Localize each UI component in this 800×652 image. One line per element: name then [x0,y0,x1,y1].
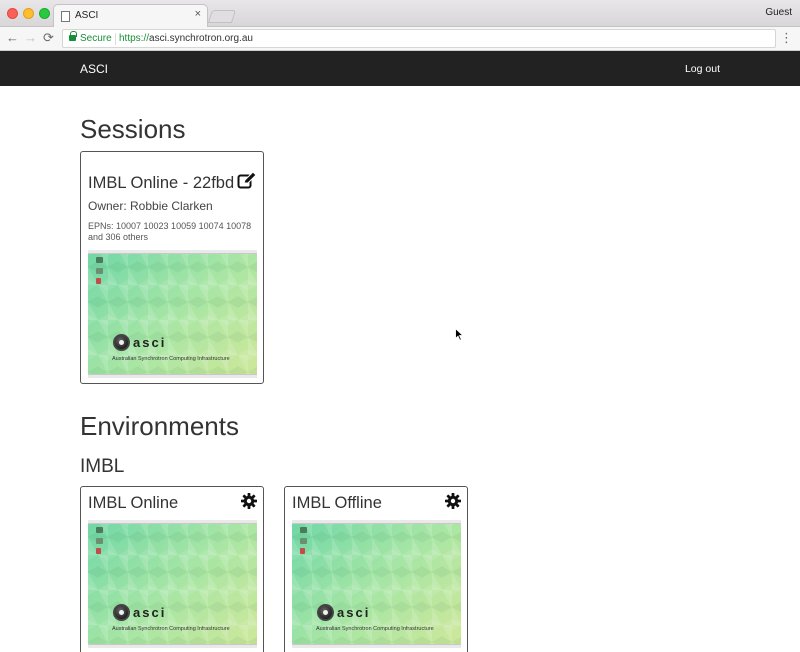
environment-title: IMBL Online [88,494,179,512]
desktop-icon [96,527,103,533]
thumb-panel-bar [292,520,461,524]
asci-logo-text: asci [133,335,167,350]
session-epns: EPNs: 10007 10023 10059 10074 10078 and … [88,221,252,242]
profile-label[interactable]: Guest [765,7,792,18]
asci-logo-icon [113,334,130,351]
secure-label: Secure [80,33,112,44]
page-icon [61,11,70,22]
thumb-panel-bar [88,520,257,524]
session-card[interactable]: IMBL Online - 22fbd Owner: Robbie Clarke… [80,151,264,384]
app-navbar: ASCI Log out [0,51,800,86]
desktop-icon [96,548,101,554]
desktop-icon [96,538,103,544]
environment-card-imbl-online[interactable]: IMBL Online asci Australian Synchrotron … [80,486,264,652]
mouse-cursor-icon [455,327,465,346]
new-tab-button[interactable] [207,10,237,23]
sessions-heading: Sessions [80,114,186,144]
asci-tagline: Australian Synchrotron Computing Infrast… [112,626,230,632]
asci-logo-icon [317,604,334,621]
desktop-thumbnail[interactable]: asci Australian Synchrotron Computing In… [88,250,257,378]
asci-tagline: Australian Synchrotron Computing Infrast… [112,356,230,362]
asci-logo-text: asci [337,605,371,620]
browser-menu-icon[interactable]: ⋮ [780,30,793,46]
thumb-task-bar [88,374,257,378]
url-scheme: https:// [119,33,150,44]
desktop-icon [96,268,103,274]
window-minimize-button[interactable] [23,8,34,19]
thumb-task-bar [88,644,257,648]
window-zoom-button[interactable] [39,8,50,19]
desktop-icon [300,548,305,554]
back-arrow-icon[interactable]: ← [6,30,19,46]
thumb-panel-bar [88,250,257,254]
asci-logo-text: asci [133,605,167,620]
browser-tab[interactable]: ASCI × [53,4,208,28]
url-host: asci.synchrotron.org.au [149,33,253,44]
environment-group-heading: IMBL [80,456,125,477]
tab-title: ASCI [75,10,99,21]
url-text[interactable]: https://asci.synchrotron.org.au [119,33,253,44]
environment-card-imbl-offline[interactable]: IMBL Offline asci Australian Synchrotron… [284,486,468,652]
gear-icon[interactable] [241,493,257,514]
logout-link[interactable]: Log out [685,63,720,75]
brand-link[interactable]: ASCI [80,62,108,76]
desktop-icon [96,257,103,263]
desktop-icon [300,538,307,544]
url-divider [115,33,116,45]
lock-icon [69,31,77,41]
desktop-thumbnail[interactable]: asci Australian Synchrotron Computing In… [292,520,461,648]
desktop-icon [300,527,307,533]
asci-tagline: Australian Synchrotron Computing Infrast… [316,626,434,632]
browser-toolbar: ← → ⟳ Secure https://asci.synchrotron.or… [0,27,800,51]
tab-close-icon[interactable]: × [195,8,201,20]
forward-arrow-icon[interactable]: → [24,30,37,46]
desktop-thumbnail[interactable]: asci Australian Synchrotron Computing In… [88,520,257,648]
browser-tab-bar: ASCI × Guest [0,0,800,28]
environment-title: IMBL Offline [292,494,382,512]
address-bar[interactable]: Secure https://asci.synchrotron.org.au [62,29,776,48]
gear-icon[interactable] [445,493,461,514]
window-close-button[interactable] [7,8,18,19]
asci-logo-icon [113,604,130,621]
reload-icon[interactable]: ⟳ [43,30,54,46]
session-title: IMBL Online - 22fbd [88,174,235,192]
desktop-icon [96,278,101,284]
edit-icon[interactable] [237,171,257,195]
environments-heading: Environments [80,411,239,441]
thumb-task-bar [292,644,461,648]
session-owner: Owner: Robbie Clarken [88,199,213,213]
